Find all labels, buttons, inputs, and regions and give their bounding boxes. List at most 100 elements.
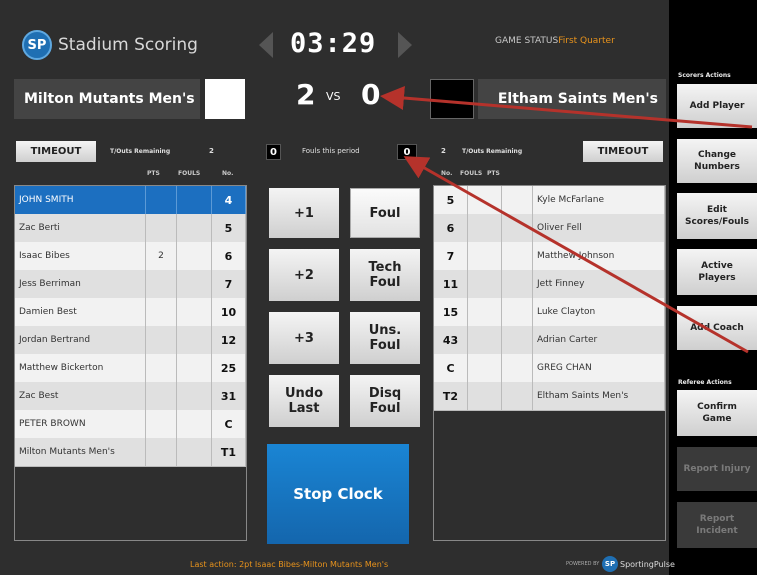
player-number: 6 (434, 214, 468, 242)
player-fouls (177, 214, 212, 242)
player-number: C (212, 410, 246, 438)
player-row[interactable]: JOHN SMITH 4 (15, 186, 246, 215)
player-row[interactable]: Isaac Bibes 2 6 (15, 242, 246, 271)
clock-increase-arrow-icon[interactable] (398, 32, 412, 58)
player-fouls (468, 298, 502, 326)
confirm-label: Confirm (697, 402, 737, 412)
plus-one-button[interactable]: +1 (269, 188, 339, 238)
game-status-value: First Quarter (558, 36, 615, 46)
referee-actions-header: Referee Actions (678, 379, 732, 386)
home-team-color-swatch (205, 79, 245, 119)
disqualifying-foul-button[interactable]: Disq Foul (350, 375, 420, 427)
player-points (146, 410, 177, 438)
tech-foul-button[interactable]: Tech Foul (350, 249, 420, 301)
game-clock: 03:29 (290, 28, 377, 59)
last-action-text: Last action: 2pt Isaac Bibes-Milton Muta… (190, 560, 389, 569)
scorers-actions-header: Scorers Actions (678, 72, 731, 79)
player-name: Damien Best (15, 298, 146, 326)
away-team-color-swatch (430, 79, 474, 119)
player-name: Oliver Fell (533, 214, 665, 242)
player-name: Adrian Carter (533, 326, 665, 354)
player-row[interactable]: PETER BROWN C (15, 410, 246, 439)
home-player-list: JOHN SMITH 4 Zac Berti 5 Isaac Bibes 2 6 Jess B… (14, 185, 247, 541)
home-col-no: No. (222, 170, 234, 177)
report-injury-button[interactable]: Report Injury (677, 447, 757, 491)
player-row[interactable]: 6 Oliver Fell (434, 214, 665, 243)
player-row[interactable]: 43 Adrian Carter (434, 326, 665, 355)
player-name: Milton Mutants Men's (15, 438, 146, 466)
player-row[interactable]: Jess Berriman 7 (15, 270, 246, 299)
game-status: GAME STATUSFirst Quarter (495, 36, 615, 46)
powered-by-label: POWERED BY (566, 561, 600, 567)
player-fouls (468, 382, 502, 410)
player-row[interactable]: 5 Kyle McFarlane (434, 186, 665, 215)
player-points (146, 382, 177, 410)
active-label: Active (701, 261, 733, 271)
player-name: Matthew Johnson (533, 242, 665, 270)
add-coach-button[interactable]: Add Coach (677, 306, 757, 350)
player-number: 6 (212, 242, 246, 270)
player-row[interactable]: Damien Best 10 (15, 298, 246, 327)
home-timeout-button[interactable]: TIMEOUT (16, 141, 96, 162)
player-number: 10 (212, 298, 246, 326)
player-number: 43 (434, 326, 468, 354)
away-timeout-button[interactable]: TIMEOUT (583, 141, 663, 162)
change-label: Change (697, 150, 737, 160)
player-row[interactable]: T2 Eltham Saints Men's (434, 382, 665, 411)
plus-two-button[interactable]: +2 (269, 249, 339, 301)
player-fouls (177, 242, 212, 270)
player-number: 7 (212, 270, 246, 298)
player-name: Zac Berti (15, 214, 146, 242)
player-number: 5 (212, 214, 246, 242)
unsportsmanlike-foul-button[interactable]: Uns. Foul (350, 312, 420, 364)
home-col-fouls: FOULS (178, 170, 201, 177)
player-points (146, 438, 177, 466)
player-name: Kyle McFarlane (533, 186, 665, 214)
disq-label: Disq (368, 386, 402, 401)
player-name: Matthew Bickerton (15, 354, 146, 382)
report-incident-button[interactable]: Report Incident (677, 502, 757, 548)
player-number: 11 (434, 270, 468, 298)
player-name: Luke Clayton (533, 298, 665, 326)
away-team-name: Eltham Saints Men's (478, 79, 666, 119)
clock-decrease-arrow-icon[interactable] (259, 32, 273, 58)
player-fouls (177, 298, 212, 326)
undo-last-button[interactable]: Undo Last (269, 375, 339, 427)
app-brand-title: Stadium Scoring (58, 35, 198, 55)
confirm-game-button[interactable]: Confirm Game (677, 390, 757, 436)
scores-fouls-label: Scores/Fouls (684, 217, 749, 227)
scoring-app: SP Stadium Scoring 03:29 GAME STATUSFirs… (0, 0, 757, 575)
player-fouls (468, 242, 502, 270)
player-fouls (177, 382, 212, 410)
active-players-button[interactable]: Active Players (677, 249, 757, 295)
foul-button[interactable]: Foul (350, 188, 420, 238)
numbers-label: Numbers (694, 162, 740, 172)
away-player-list: 5 Kyle McFarlane 6 Oliver Fell 7 Matthew John… (433, 185, 666, 541)
player-row[interactable]: Milton Mutants Men's T1 (15, 438, 246, 467)
player-row[interactable]: 11 Jett Finney (434, 270, 665, 299)
player-points (502, 354, 533, 382)
plus-three-button[interactable]: +3 (269, 312, 339, 364)
player-number: 25 (212, 354, 246, 382)
player-number: T1 (212, 438, 246, 466)
player-row[interactable]: C GREG CHAN (434, 354, 665, 383)
edit-scores-fouls-button[interactable]: Edit Scores/Fouls (677, 193, 757, 239)
player-row[interactable]: Matthew Bickerton 25 (15, 354, 246, 383)
undo-label: Undo (284, 386, 324, 401)
player-name: GREG CHAN (533, 354, 665, 382)
player-row[interactable]: Zac Best 31 (15, 382, 246, 411)
player-number: 5 (434, 186, 468, 214)
player-row[interactable]: Zac Berti 5 (15, 214, 246, 243)
away-touts-label: T/Outs Remaining (462, 148, 523, 155)
player-row[interactable]: 15 Luke Clayton (434, 298, 665, 327)
player-row[interactable]: 7 Matthew Johnson (434, 242, 665, 271)
player-points (502, 326, 533, 354)
game-label: Game (702, 414, 732, 424)
change-numbers-button[interactable]: Change Numbers (677, 139, 757, 183)
stop-clock-button[interactable]: Stop Clock (267, 444, 409, 544)
disq-foul-label: Foul (369, 401, 401, 416)
home-col-pts: PTS (147, 170, 160, 177)
add-player-button[interactable]: Add Player (677, 84, 757, 128)
player-row[interactable]: Jordan Bertrand 12 (15, 326, 246, 355)
home-fouls-period: 0 (266, 144, 281, 160)
